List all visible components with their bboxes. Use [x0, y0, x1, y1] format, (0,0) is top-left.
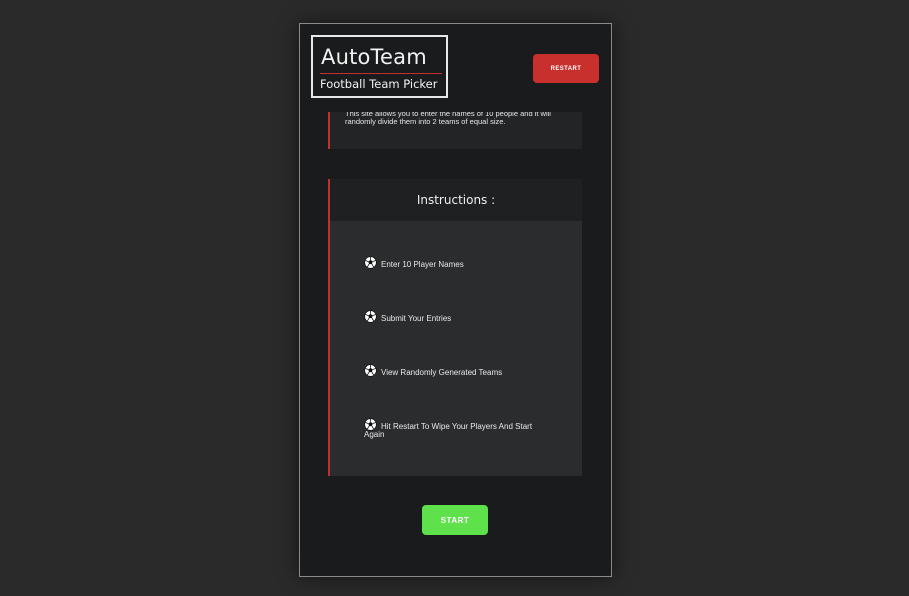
- step-label: View Randomly Generated Teams: [381, 368, 503, 377]
- football-icon: [364, 364, 377, 377]
- logo: AutoTeam Football Team Picker: [311, 35, 448, 98]
- list-item: View Randomly Generated Teams: [364, 364, 554, 377]
- football-icon: [364, 256, 377, 269]
- list-item: Submit Your Entries: [364, 310, 554, 323]
- step-label: Submit Your Entries: [381, 314, 452, 323]
- logo-divider: [320, 73, 442, 74]
- app-window: This site allows you to enter the names …: [299, 23, 612, 577]
- step-label: Hit Restart To Wipe Your Players And Sta…: [364, 422, 533, 439]
- intro-text: This site allows you to enter the names …: [345, 109, 551, 126]
- instructions-header: Instructions :: [330, 179, 582, 221]
- restart-button[interactable]: RESTART: [533, 54, 599, 83]
- list-item: Enter 10 Player Names: [364, 256, 554, 269]
- logo-title: AutoTeam: [321, 45, 427, 69]
- step-label: Enter 10 Player Names: [381, 260, 464, 269]
- list-item: Hit Restart To Wipe Your Players And Sta…: [364, 418, 554, 439]
- logo-subtitle: Football Team Picker: [320, 77, 438, 91]
- header: AutoTeam Football Team Picker RESTART: [300, 24, 611, 112]
- instructions-card: Instructions : Enter 10 Player Names Sub…: [328, 179, 582, 476]
- football-icon: [364, 310, 377, 323]
- instructions-title: Instructions :: [416, 193, 496, 207]
- start-button[interactable]: START: [422, 505, 488, 535]
